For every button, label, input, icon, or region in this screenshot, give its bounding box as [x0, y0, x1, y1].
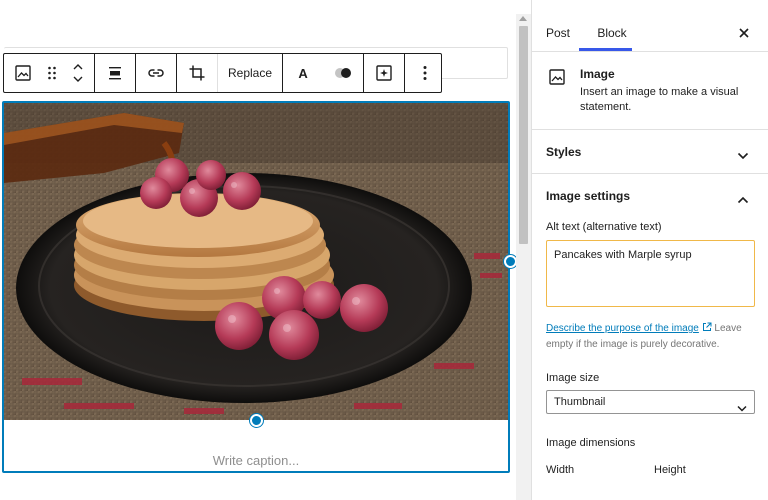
toolbar-group-edit: Replace: [177, 54, 284, 92]
ai-image-icon[interactable]: [364, 54, 404, 92]
image-block-type-icon[interactable]: [4, 54, 42, 92]
text-overlay-button[interactable]: A: [283, 54, 323, 92]
describe-purpose-link[interactable]: Describe the purpose of the image: [546, 323, 699, 334]
block-card: Image Insert an image to make a visual s…: [532, 52, 768, 130]
move-up-down-buttons[interactable]: [62, 54, 94, 92]
toolbar-group-options: [405, 54, 445, 92]
chevron-up-icon: [737, 191, 749, 209]
height-label: Height: [654, 464, 686, 476]
external-link-icon: [702, 322, 712, 337]
alt-text-label: Alt text (alternative text): [546, 221, 662, 233]
scrollbar-thumb[interactable]: [519, 26, 528, 244]
image-size-label: Image size: [546, 372, 600, 384]
image-size-select[interactable]: Thumbnail: [546, 390, 755, 414]
styles-panel-toggle[interactable]: Styles: [532, 130, 768, 174]
resize-handle-bottom[interactable]: [250, 414, 263, 427]
replace-button[interactable]: Replace: [217, 54, 282, 92]
toolbar-group-ai: [364, 54, 406, 92]
image-size-value: Thumbnail: [554, 396, 606, 408]
duotone-icon[interactable]: [323, 54, 363, 92]
tab-block[interactable]: Block: [592, 0, 632, 51]
close-icon[interactable]: [736, 25, 752, 41]
image-settings-panel-toggle[interactable]: Image settings: [532, 174, 768, 210]
styles-panel-title: Styles: [546, 145, 582, 159]
more-options-icon[interactable]: [405, 54, 445, 92]
crop-icon[interactable]: [177, 54, 217, 92]
toolbar-group-block: [4, 54, 95, 92]
scroll-up-arrow-icon[interactable]: [519, 16, 527, 21]
width-label: Width: [546, 464, 575, 476]
drag-handle-icon[interactable]: [42, 54, 62, 92]
toolbar-group-align: [95, 54, 136, 92]
chevron-down-icon: [737, 399, 747, 417]
align-icon[interactable]: [95, 54, 135, 92]
image-icon: [548, 68, 566, 91]
link-icon[interactable]: [136, 54, 176, 92]
image-dimensions-label: Image dimensions: [546, 437, 636, 449]
toolbar-group-text: A: [283, 54, 365, 92]
block-toolbar: Replace A: [3, 53, 442, 93]
editor-canvas: Replace A Write caption...: [0, 0, 516, 500]
pancake-photo[interactable]: [4, 103, 508, 420]
toolbar-group-link: [136, 54, 177, 92]
alt-text-input[interactable]: Pancakes with Marple syrup: [546, 240, 755, 307]
image-settings-title: Image settings: [546, 189, 631, 203]
settings-sidebar: Post Block Image Insert an image to make…: [531, 0, 768, 500]
alt-text-help: Describe the purpose of the image Leave …: [546, 321, 756, 352]
sidebar-tabs: Post Block: [532, 0, 768, 52]
tab-post[interactable]: Post: [546, 0, 576, 51]
block-card-description: Insert an image to make a visual stateme…: [580, 86, 739, 113]
active-tab-indicator: [579, 48, 632, 51]
image-block[interactable]: Write caption...: [2, 101, 516, 473]
caption-placeholder[interactable]: Write caption...: [4, 453, 508, 468]
resize-handle-right[interactable]: [504, 255, 516, 268]
editor-scrollbar[interactable]: [516, 14, 531, 500]
chevron-down-icon: [737, 147, 749, 165]
block-card-title: Image: [580, 67, 615, 81]
